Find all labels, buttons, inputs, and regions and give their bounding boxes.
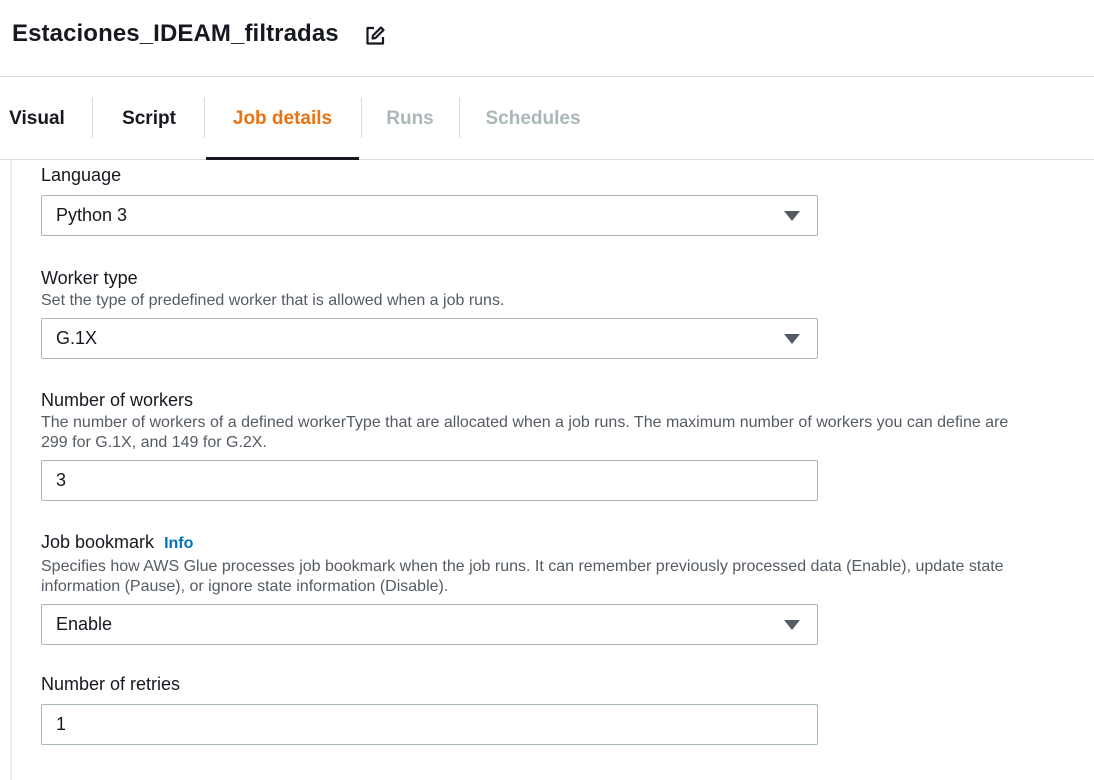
- job-bookmark-value: Enable: [56, 614, 113, 634]
- tab-divider: [92, 98, 93, 138]
- job-bookmark-description-line: information (Pause), or ignore state inf…: [41, 578, 449, 595]
- tab-visual[interactable]: Visual: [0, 78, 74, 159]
- language-label: Language: [41, 165, 122, 185]
- glue-job-page: Estaciones_IDEAM_filtradas Visual Script…: [0, 0, 1094, 780]
- number-of-workers-description-line: 299 for G.1X, and 149 for G.2X.: [41, 434, 267, 451]
- job-bookmark-label-row: Job bookmark Info: [41, 531, 1071, 555]
- number-of-workers-description-line: The number of workers of a defined worke…: [41, 414, 1009, 431]
- job-header: Estaciones_IDEAM_filtradas: [0, 0, 1094, 77]
- job-title: Estaciones_IDEAM_filtradas: [12, 20, 339, 47]
- number-of-workers-value[interactable]: [56, 461, 796, 500]
- worker-type-field: Worker type Set the type of predefined w…: [41, 267, 1071, 359]
- tab-bar: Visual Script Job details Runs Schedules: [0, 78, 1094, 160]
- language-select[interactable]: Python 3: [41, 195, 818, 236]
- job-bookmark-select[interactable]: Enable: [41, 604, 818, 645]
- number-of-retries-input[interactable]: [41, 704, 818, 745]
- caret-down-icon: [784, 334, 800, 344]
- tab-divider: [361, 98, 362, 138]
- job-bookmark-description: Specifies how AWS Glue processes job boo…: [41, 557, 1071, 597]
- language-field: Language Python 3: [41, 164, 1071, 236]
- number-of-retries-field: Number of retries: [41, 673, 1071, 745]
- tab-divider: [204, 98, 205, 138]
- language-value: Python 3: [56, 205, 128, 225]
- tab-runs: Runs: [386, 107, 434, 129]
- content-rail: [10, 160, 12, 780]
- tab-schedules: Schedules: [485, 107, 581, 129]
- job-bookmark-field: Job bookmark Info Specifies how AWS Glue …: [41, 531, 1071, 645]
- info-link[interactable]: Info: [164, 535, 193, 552]
- edit-icon[interactable]: [364, 25, 386, 47]
- caret-down-icon: [784, 211, 800, 221]
- number-of-retries-value[interactable]: [56, 705, 796, 744]
- number-of-retries-label: Number of retries: [41, 674, 181, 694]
- tab-script[interactable]: Script: [110, 78, 188, 159]
- worker-type-value: G.1X: [56, 328, 98, 348]
- number-of-workers-field: Number of workers The number of workers …: [41, 389, 1071, 501]
- number-of-workers-label: Number of workers: [41, 390, 194, 410]
- worker-type-label: Worker type: [41, 268, 138, 288]
- tab-job-details[interactable]: Job details: [206, 78, 359, 160]
- job-bookmark-label: Job bookmark: [41, 532, 155, 552]
- worker-type-select[interactable]: G.1X: [41, 318, 818, 359]
- worker-type-description: Set the type of predefined worker that i…: [41, 292, 505, 309]
- job-bookmark-description-line: Specifies how AWS Glue processes job boo…: [41, 558, 1004, 575]
- tab-divider: [459, 98, 460, 138]
- caret-down-icon: [784, 620, 800, 630]
- number-of-workers-input[interactable]: [41, 460, 818, 501]
- number-of-workers-description: The number of workers of a defined worke…: [41, 413, 1071, 453]
